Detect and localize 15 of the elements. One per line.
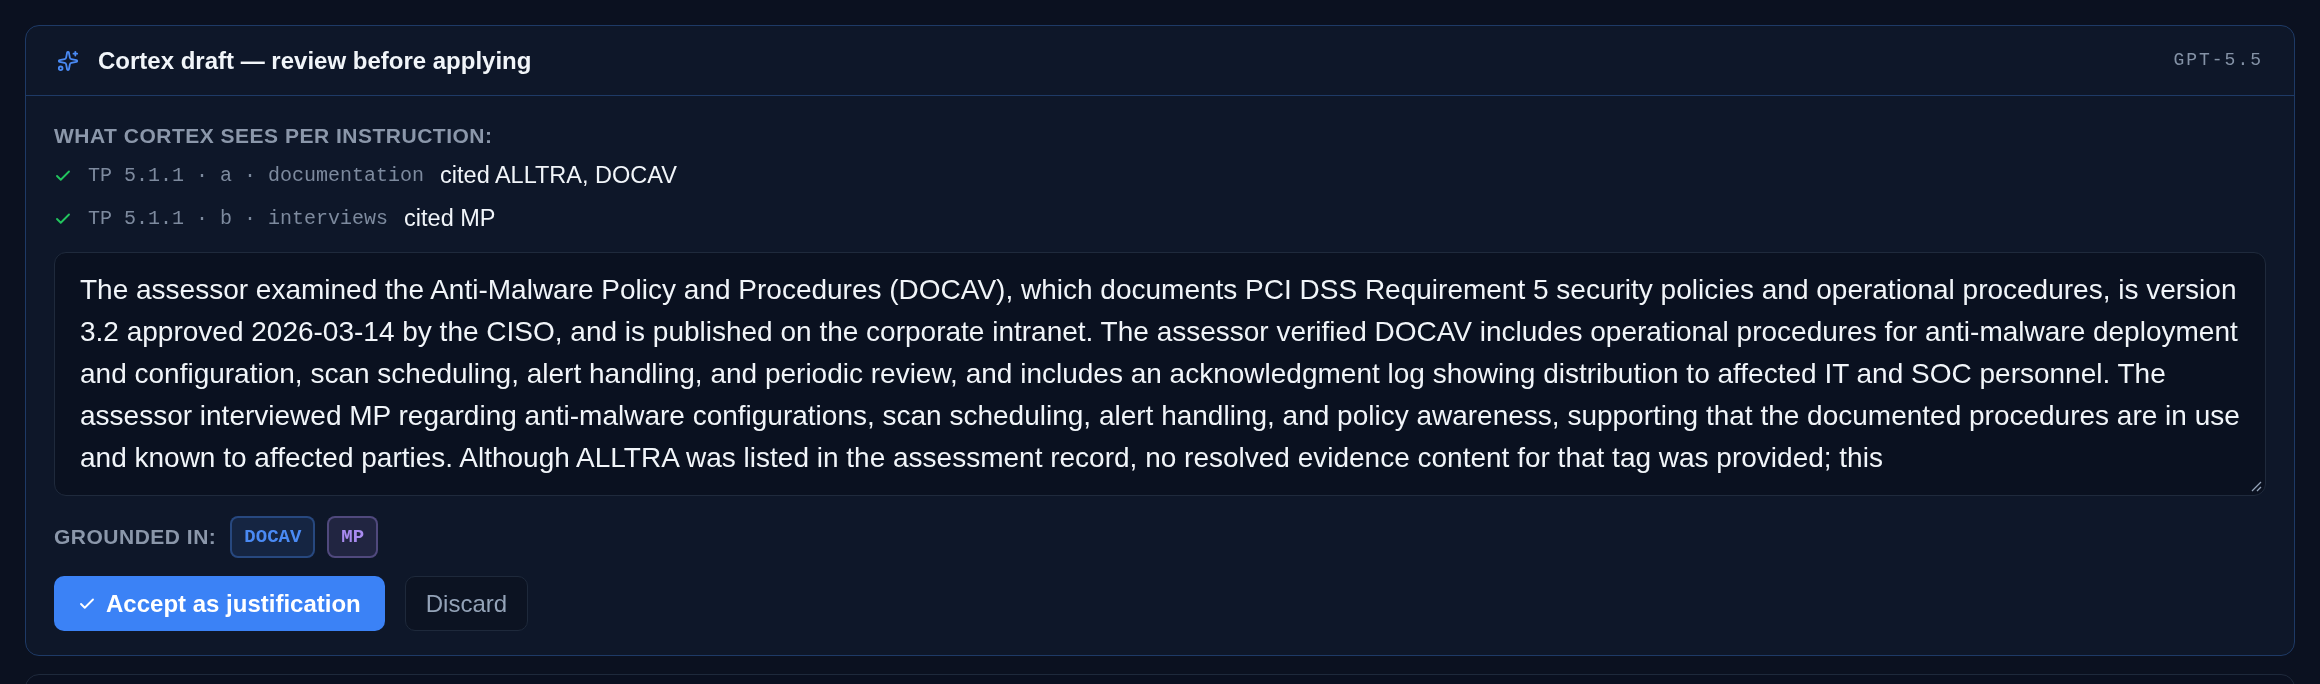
instruction-citation: cited ALLTRA, DOCAV <box>440 161 677 191</box>
model-label: GPT-5.5 <box>2173 49 2263 72</box>
resize-handle-icon[interactable] <box>2251 481 2262 492</box>
instruction-reference: TP 5.1.1 · b · interviews <box>88 206 389 232</box>
accept-button[interactable]: Accept as justification <box>54 576 385 631</box>
justification-field[interactable]: The assessor examined the Anti-Malware Policy and Procedures (DOCAV), which documents PCI DSS Requirement 5 security policies and operational procedures, is version 3.2 approved 2026-03-14 by the CISO, and is published on the corporate intranet. The assessor verified DOCAV includes operational procedures for anti-malware deployment and configuration, scan scheduling, alert handling, and periodic review, and includes an acknowledgment log showing distribution to affected IT and SOC personnel. The assessor interviewed MP regarding anti-malware configurations, scan scheduling, alert handling, and policy awareness, supporting that the documented procedures are in use and known to affected parties. Although ALLTRA was listed in the assessment record, no resolved evidence content for that tag was provided; this <box>54 252 2266 496</box>
instructions-heading: WHAT CORTEX SEES PER INSTRUCTION: <box>54 123 494 149</box>
evidence-tag: MP <box>327 516 379 558</box>
evidence-tag: DOCAV <box>230 516 316 558</box>
panel-title: Cortex draft — review before applying <box>98 45 532 76</box>
discard-button[interactable]: Discard <box>404 576 529 631</box>
instruction-citation: cited MP <box>404 204 496 234</box>
sparkle-icon <box>57 49 79 72</box>
grounded-label: GROUNDED IN: <box>54 524 217 551</box>
instruction-reference: TP 5.1.1 · a · documentation <box>88 163 425 189</box>
